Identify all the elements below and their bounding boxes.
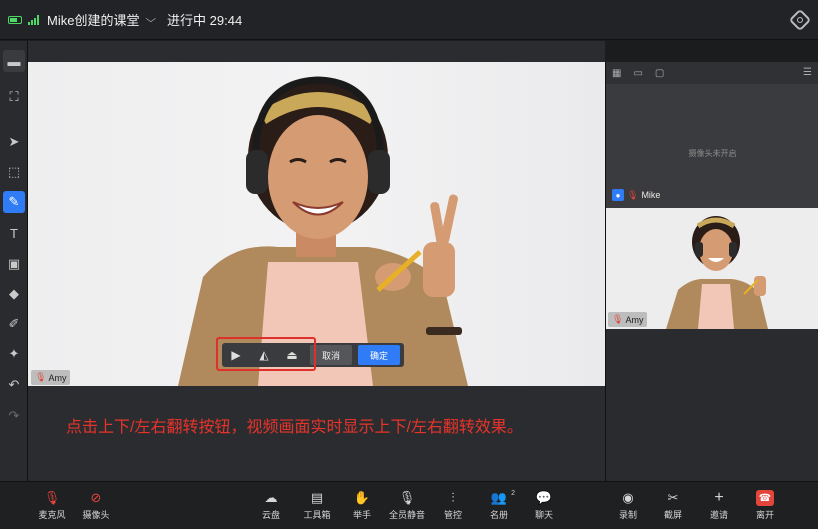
participant-name: Amy [48, 372, 67, 383]
participant-video-image [178, 76, 468, 386]
mic-label: 麦克风 [38, 510, 66, 520]
screenshot-button[interactable]: ✂ 截屏 [651, 488, 695, 521]
camera-button[interactable]: ⊘ 摄像头 [74, 488, 118, 521]
chat-label: 聊天 [534, 510, 553, 520]
mic-off-icon: 🎙 [35, 372, 47, 382]
avatar-icon: ● [612, 189, 624, 201]
settings-icon[interactable] [788, 8, 812, 32]
cloud-icon: ☁ [264, 490, 278, 505]
redo-icon[interactable]: ↷ [3, 405, 25, 427]
room-title[interactable]: Mike创建的课堂 [47, 10, 139, 29]
hangup-icon: ☎ [756, 490, 774, 506]
confirm-button[interactable]: 确定 [358, 345, 400, 365]
mic-off-icon: 🎙 [612, 314, 624, 324]
cloud-drive-button[interactable]: ☁ 云盘 [249, 488, 293, 521]
host-name: Mike [641, 190, 661, 200]
classroom-window: Mike创建的课堂 ⌵ 进行中 29:44 ▬ ⛶ ➤ ⬚ ✎ T ▣ ◆ ✐ … [0, 0, 818, 529]
panel-tabs: ▦ ▭ ▢ ☰ [606, 62, 818, 84]
record-icon: ◉ [622, 490, 634, 505]
mic-button[interactable]: 🎙 麦克风 [30, 488, 74, 521]
raise-hand-button[interactable]: ✋ 举手 [340, 488, 384, 521]
mute-all-label: 全员静音 [388, 510, 425, 520]
leave-label: 离开 [755, 510, 774, 520]
participant-thumbnail[interactable] [606, 208, 818, 329]
camera-off-text: 摄像头未开启 [688, 149, 737, 158]
scissors-icon: ✂ [667, 490, 679, 505]
courseware-icon[interactable]: ▬ [3, 50, 25, 72]
whiteboard-toolbar: ▬ ⛶ ➤ ⬚ ✎ T ▣ ◆ ✐ ✦ ↶ ↷ [0, 41, 28, 481]
right-panel: ▦ ▭ ▢ ☰ 摄像头未开启 ● 🎙 Mike 🎙 Amy [605, 62, 818, 481]
toolbox-button[interactable]: ▤ 工具箱 [295, 488, 339, 521]
chat-icon: 💬 [535, 490, 553, 505]
collapse-icon[interactable]: ☰ [803, 67, 812, 78]
record-button[interactable]: ◉ 录制 [606, 488, 650, 521]
eraser-icon[interactable]: ◆ [3, 283, 25, 305]
record-label: 录制 [618, 510, 637, 520]
highlight-annotation [216, 337, 316, 371]
toolbox-icon: ▤ [310, 490, 324, 505]
pen-icon[interactable]: ✎ [3, 191, 25, 213]
mic-off-icon: 🎙 [43, 490, 61, 505]
battery-icon [8, 15, 22, 24]
text-icon[interactable]: T [3, 222, 25, 244]
chat-button[interactable]: 💬 聊天 [522, 488, 566, 521]
bottom-bar: 🎙 麦克风 ⊘ 摄像头 ☁ 云盘 ▤ 工具箱 ✋ 举手 🎙 全员静音 ⫶ 管控 … [0, 481, 818, 529]
roster-label: 名册 [489, 510, 508, 520]
thumbnail-name-tag: 🎙 Amy [608, 312, 648, 327]
sliders-icon: ⫶ [451, 490, 455, 505]
leave-button[interactable]: ☎ 离开 [743, 488, 787, 521]
participant-name-tag: 🎙 Amy [31, 370, 71, 385]
cloud-label: 云盘 [261, 510, 280, 520]
member-panel-icon[interactable]: ▢ [655, 68, 664, 79]
chevron-down-icon[interactable]: ⌵ [146, 14, 157, 25]
roster-button[interactable]: 👥 2 名册 [477, 488, 521, 521]
mute-all-button[interactable]: 🎙 全员静音 [385, 488, 429, 521]
control-button[interactable]: ⫶ 管控 [431, 488, 475, 521]
host-name-tag: ● 🎙 Mike [608, 187, 665, 203]
top-bar: Mike创建的课堂 ⌵ 进行中 29:44 [0, 0, 818, 40]
hand-icon: ✋ [353, 490, 371, 505]
pointer-icon[interactable]: ➤ [3, 131, 25, 153]
select-icon[interactable]: ⬚ [3, 161, 25, 183]
chat-panel-icon[interactable]: ▭ [633, 68, 642, 79]
raise-hand-label: 举手 [352, 510, 371, 520]
class-status: 进行中 29:44 [167, 13, 243, 28]
image-icon[interactable]: ▣ [3, 253, 25, 275]
magic-wand-icon[interactable]: ✦ [3, 343, 25, 365]
camera-label: 摄像头 [82, 510, 110, 520]
participant-thumbnail-image [666, 216, 768, 329]
invite-label: 邀请 [709, 510, 728, 520]
grid-view-icon[interactable]: ▦ [612, 68, 621, 79]
scan-icon[interactable]: ⛶ [3, 86, 25, 108]
plus-icon: + [714, 489, 724, 506]
roster-count: 2 [511, 490, 515, 497]
thumbnail-name: Amy [625, 314, 644, 325]
mic-off-icon: 🎙 [627, 189, 639, 200]
brush-icon[interactable]: ✐ [3, 313, 25, 335]
main-video[interactable]: 🎙 Amy [28, 62, 605, 386]
toolbox-label: 工具箱 [303, 510, 331, 520]
signal-icon [28, 14, 39, 25]
invite-button[interactable]: + 邀请 [697, 488, 741, 521]
undo-icon[interactable]: ↶ [3, 374, 25, 396]
control-label: 管控 [443, 510, 462, 520]
mute-all-icon: 🎙 [398, 490, 416, 505]
instruction-caption: 点击上下/左右翻转按钮，视频画面实时显示上下/左右翻转效果。 [66, 419, 523, 436]
screenshot-label: 截屏 [663, 510, 682, 520]
cancel-button[interactable]: 取消 [310, 345, 352, 365]
camera-off-icon: ⊘ [90, 490, 102, 505]
